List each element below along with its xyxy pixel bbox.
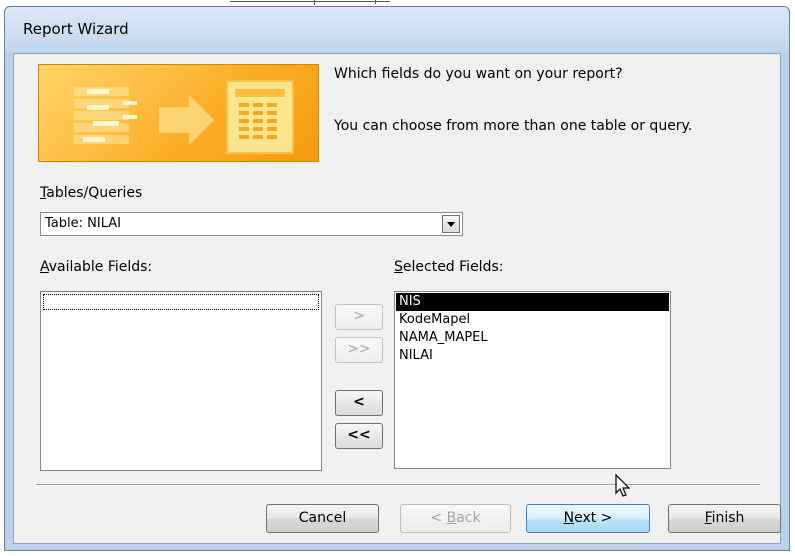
report-wizard-banner-icon bbox=[38, 64, 319, 162]
list-item[interactable]: KodeMapel bbox=[398, 311, 470, 329]
remove-all-fields-button[interactable]: << bbox=[335, 423, 383, 449]
background-line bbox=[230, 1, 390, 2]
selected-fields-list[interactable]: NIS KodeMapel NAMA_MAPEL NILAI bbox=[394, 291, 671, 469]
access-key: N bbox=[563, 510, 575, 526]
next-button[interactable]: Next > bbox=[526, 504, 650, 533]
label-text: elected Fields: bbox=[402, 259, 504, 275]
wizard-question: Which fields do you want on your report? bbox=[334, 66, 623, 82]
add-field-button[interactable]: > bbox=[335, 304, 383, 330]
footer-divider bbox=[36, 484, 760, 486]
label-text: ables/Queries bbox=[46, 185, 143, 201]
tables-queries-combobox[interactable]: Table: NILAI bbox=[40, 212, 463, 236]
access-key: A bbox=[40, 259, 49, 275]
remove-field-button[interactable]: < bbox=[335, 390, 383, 416]
cancel-button[interactable]: Cancel bbox=[266, 504, 379, 533]
tables-queries-label: Tables/Queries bbox=[40, 185, 142, 201]
button-text: ext > bbox=[574, 510, 613, 526]
chevron-down-icon[interactable] bbox=[442, 215, 460, 233]
focus-rectangle bbox=[43, 294, 319, 310]
window-title: Report Wizard bbox=[23, 20, 129, 38]
back-button[interactable]: < Back bbox=[400, 504, 511, 533]
wizard-hint: You can choose from more than one table … bbox=[334, 118, 693, 134]
wizard-body: Which fields do you want on your report?… bbox=[13, 53, 781, 544]
background-tick bbox=[375, 0, 376, 4]
mouse-pointer-icon bbox=[615, 474, 631, 497]
available-fields-label: Available Fields: bbox=[40, 259, 152, 275]
finish-button[interactable]: Finish bbox=[668, 504, 781, 533]
label-text: vailable Fields: bbox=[48, 259, 153, 275]
combobox-value: Table: NILAI bbox=[45, 216, 121, 231]
background-tick bbox=[314, 0, 315, 5]
add-all-fields-button[interactable]: >> bbox=[335, 337, 383, 363]
access-key: F bbox=[704, 510, 712, 526]
button-text: ack bbox=[456, 510, 481, 526]
access-key: B bbox=[446, 510, 457, 526]
list-item[interactable]: NILAI bbox=[398, 347, 433, 365]
button-text: inish bbox=[711, 510, 745, 526]
list-item[interactable]: NAMA_MAPEL bbox=[398, 329, 488, 347]
title-bar[interactable]: Report Wizard bbox=[5, 7, 789, 51]
selected-fields-label: Selected Fields: bbox=[394, 259, 503, 275]
access-key: S bbox=[394, 259, 403, 275]
button-text: < bbox=[430, 510, 447, 526]
report-wizard-window: Report Wizard Which fields do you want o… bbox=[4, 6, 790, 551]
list-item[interactable]: NIS bbox=[396, 293, 669, 311]
available-fields-list[interactable] bbox=[40, 291, 322, 471]
